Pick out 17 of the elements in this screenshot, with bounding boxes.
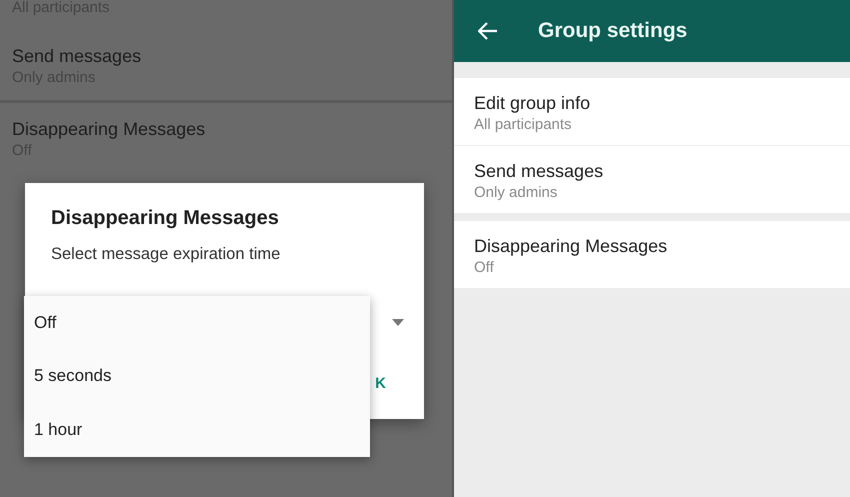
menu-option[interactable]: 5 seconds (24, 366, 370, 386)
setting-value: All participants (474, 115, 573, 135)
setting-value: Off (474, 258, 495, 278)
setting-title: Disappearing Messages (12, 118, 206, 141)
dialog-title: Disappearing Messages (51, 207, 279, 230)
setting-title[interactable]: Disappearing Messages (474, 234, 830, 258)
menu-option[interactable]: 1 hour (24, 420, 370, 440)
back-arrow-icon[interactable] (478, 22, 498, 40)
ok-button[interactable]: K (373, 373, 388, 394)
screen-title: Group settings (538, 19, 688, 43)
setting-title[interactable]: Send messages (474, 159, 830, 183)
setting-title: Send messages (12, 45, 142, 68)
menu-option[interactable]: Off (24, 312, 370, 333)
setting-value: Only admins (474, 183, 558, 203)
dropdown-caret-icon[interactable] (392, 319, 404, 326)
setting-title[interactable]: Edit group info (474, 91, 830, 115)
dialog-message: Select message expiration time (51, 245, 280, 264)
